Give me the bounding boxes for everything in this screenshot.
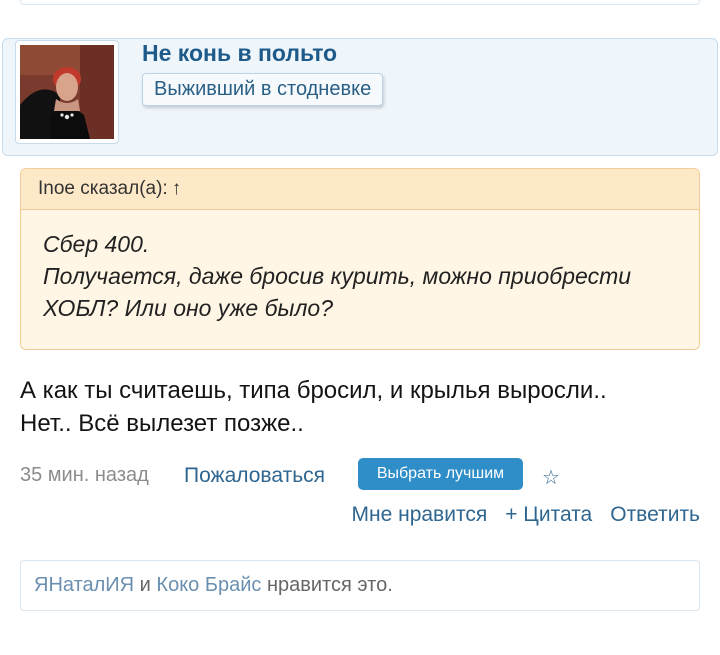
post-line: А как ты считаешь, типа бросил, и крылья… [20,377,607,404]
reply-link[interactable]: Ответить [610,503,700,526]
quote-attribution: Inoe сказал(а): [38,178,168,199]
likes-suffix: нравится это. [261,574,393,596]
post-message: А как ты считаешь, типа бросил, и крылья… [20,374,700,440]
liker-link[interactable]: ЯНаталИЯ [34,574,134,596]
quote-block: Inoe сказал(а): ↑ Сбер 400. Получается, д… [20,168,700,350]
username-link[interactable]: Не конь в польто [142,40,337,67]
like-link[interactable]: Мне нравится [352,503,488,526]
quote-link[interactable]: + Цитата [505,503,592,526]
post-line: Нет.. Всё вылезет позже.. [20,410,304,437]
quote-source-arrow-icon[interactable]: ↑ [172,178,182,199]
bookmark-star-icon[interactable]: ☆ [542,465,560,490]
likes-summary: ЯНаталИЯ и Коко Брайс нравится это. [20,560,700,611]
quote-line: Получается, даже бросив курить, можно пр… [43,263,632,321]
choose-best-button[interactable]: Выбрать лучшим [358,458,523,490]
post-timestamp[interactable]: 35 мин. назад [20,464,149,487]
user-title-badge: Выживший в стодневке [142,73,384,106]
avatar-image [20,45,114,139]
quote-body: Сбер 400. Получается, даже бросив курить… [21,210,699,324]
previous-post-divider [20,0,700,5]
quote-header: Inoe сказал(а): ↑ [21,169,699,210]
avatar[interactable] [15,40,119,144]
likes-connector: и [134,574,157,596]
quote-line: Сбер 400. [43,231,150,257]
liker-link[interactable]: Коко Брайс [156,574,261,596]
report-link[interactable]: Пожаловаться [184,464,325,488]
post-actions: Мне нравится + Цитата Ответить [334,503,701,527]
